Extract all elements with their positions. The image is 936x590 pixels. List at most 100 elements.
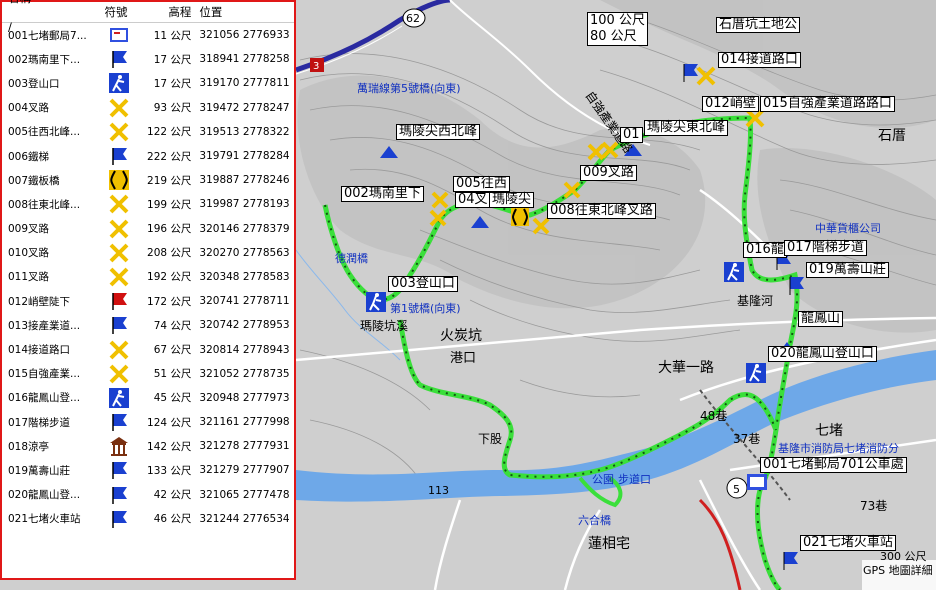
waypoint-row[interactable]: 005往西北峰... 122 公尺 319513 2778322 [2,120,294,144]
waypoint-row[interactable]: 007鐵板橋 219 公尺 319887 2778246 [2,168,294,192]
waypoint-position: 321279 2777907 [199,464,290,477]
waypoint-row[interactable]: 003登山口 17 公尺 319170 2777811 [2,71,294,95]
waypoint-row[interactable]: 006鐵梯 222 公尺 319791 2778284 [2,144,294,168]
waypoint-position: 320814 2778943 [199,343,290,356]
place-label: 港口 [450,351,476,366]
header-symbol[interactable]: 符號 [105,4,134,20]
waypoint-row[interactable]: 016龍鳳山登... 45 公尺 320948 2777973 [2,386,294,410]
scale-label: 300 公尺 [880,550,927,563]
waypoint-elevation: 17 公尺 [153,53,192,66]
place-label: 火炭坑 [440,328,482,344]
waypoint-label[interactable]: 017階梯步道 [784,240,867,256]
waypoint-row[interactable]: 014接道路口 67 公尺 320814 2778943 [2,337,294,361]
waypoint-row[interactable]: 002瑪南里下... 17 公尺 318941 2778258 [2,47,294,71]
waypoint-elevation: 133 公尺 [147,464,192,477]
hiker-icon [366,292,386,312]
waypoint-label[interactable]: 019萬壽山莊 [806,262,889,278]
bridge-label: 第1號橋(向東) [390,301,461,315]
waypoint-elevation: 74 公尺 [153,319,192,332]
svg-text:5: 5 [733,483,740,496]
waypoint-position: 318941 2778258 [199,53,290,66]
waypoint-row[interactable]: 010叉路 208 公尺 320270 2778563 [2,241,294,265]
place-label: 步道口 [618,472,651,486]
waypoint-name: 020龍鳳山登... [8,489,81,502]
waypoint-label[interactable]: 002瑪南里下 [341,186,424,202]
road-label: 48巷 [700,409,727,423]
waypoint-label[interactable]: 021七堵火車站 [800,535,896,551]
red-flag-icon [105,291,134,311]
blue-flag-icon [105,485,134,505]
creek-label: 瑪陵坑溪 [360,318,408,333]
junction-cross-icon [105,340,134,360]
hiker-icon [105,387,134,408]
waypoint-label[interactable]: 014接道路口 [718,52,801,68]
waypoint-elevation: 196 公尺 [147,223,192,236]
waypoint-row[interactable]: 013接產業道... 74 公尺 320742 2778953 [2,313,294,337]
waypoint-label[interactable]: 008往東北峰叉路 [547,203,656,219]
waypoint-label[interactable]: 003登山口 [388,276,458,292]
blue-flag-icon [105,49,134,69]
waypoint-elevation: 219 公尺 [147,174,192,187]
waypoint-rows: 001七堵郵局7... 11 公尺 321056 2776933 002瑪南里下...… [2,23,294,531]
waypoint-name: 011叉路 [8,271,50,284]
waypoint-row[interactable]: 015自強產業... 51 公尺 321052 2778735 [2,362,294,386]
waypoint-row[interactable]: 020龍鳳山登... 42 公尺 321065 2777478 [2,483,294,507]
header-name-label: 名稱 [8,0,105,6]
waypoint-label[interactable]: 瑪陵尖西北峰 [396,124,481,140]
scale-box: 100 公尺 80 公尺 [587,12,648,46]
waypoint-name: 015自強產業... [8,368,81,381]
blue-flag-icon [105,315,134,335]
header-elevation[interactable]: 高程 [133,4,195,20]
waypoint-row[interactable]: 017階梯步道 124 公尺 321161 2777998 [2,410,294,434]
waypoint-label[interactable]: 瑪陵尖東北峰 [644,120,729,136]
blue-flag-icon [105,460,134,480]
waypoint-name: 003登山口 [8,77,60,90]
waypoint-label[interactable]: 012峭壁 [702,96,759,112]
waypoint-elevation: 122 公尺 [147,126,192,139]
waypoint-label[interactable]: 龍鳳山 [798,311,844,327]
waypoint-label[interactable]: 015自強產業道路路口 [760,96,895,112]
junction-cross-icon [105,122,134,142]
waypoint-label[interactable]: 016龍 [743,242,787,258]
hiker-icon [724,262,744,282]
waypoint-row[interactable]: 004叉路 93 公尺 319472 2778247 [2,96,294,120]
waypoint-position: 320741 2778711 [199,295,290,308]
waypoint-row[interactable]: 018涼亭 142 公尺 321278 2777931 [2,434,294,458]
blue-flag-icon [105,412,134,432]
svg-text:62: 62 [406,12,420,25]
waypoint-position: 321056 2776933 [199,29,290,42]
waypoint-label[interactable]: 005往西 [453,176,510,192]
waypoint-row[interactable]: 021七堵火車站 46 公尺 321244 2776534 [2,507,294,531]
junction-cross-icon [105,98,134,118]
road-label: 大華一路 [658,360,714,376]
place-label: 下股 [478,432,502,446]
waypoint-label[interactable]: 001七堵郵局701公車處 [760,457,907,473]
waypoint-label[interactable]: 04叉 [455,192,491,208]
waypoint-label[interactable]: 020龍鳳山登山口 [768,346,877,362]
waypoint-label[interactable]: 瑪陵尖 [489,192,535,208]
waypoint-label[interactable]: 01 [620,127,643,143]
waypoint-name: 005往西北峰... [8,126,81,139]
blue-flag-icon [105,146,134,166]
waypoint-row[interactable]: 009叉路 196 公尺 320146 2778379 [2,217,294,241]
waypoint-elevation: 42 公尺 [153,489,192,502]
waypoint-row[interactable]: 011叉路 192 公尺 320348 2778583 [2,265,294,289]
waypoint-position: 321161 2777998 [199,416,290,429]
waypoint-position: 319472 2778247 [199,101,290,114]
bridge-label: 德潤橋 [335,251,368,265]
svg-text:3: 3 [313,61,319,72]
waypoint-position: 320348 2778583 [199,270,290,283]
waypoint-name: 012峭壁陡下 [8,295,71,308]
header-position[interactable]: 位置 [195,4,294,20]
fire-label: 基隆市消防局七堵消防分 [778,441,899,455]
highway-3-shield: 3 [310,58,324,72]
waypoint-row[interactable]: 019萬壽山莊 133 公尺 321279 2777907 [2,458,294,482]
waypoint-label[interactable]: 009叉路 [580,165,637,181]
waypoint-row[interactable]: 012峭壁陡下 172 公尺 320741 2778711 [2,289,294,313]
waypoint-label[interactable]: 石厝坑土地公 [716,17,801,33]
waypoint-position: 319887 2778246 [199,174,290,187]
post-icon [747,474,767,490]
waypoint-row[interactable]: 001七堵郵局7... 11 公尺 321056 2776933 [2,23,294,47]
junction-cross-icon [105,243,134,263]
waypoint-row[interactable]: 008往東北峰... 199 公尺 319987 2778193 [2,192,294,216]
